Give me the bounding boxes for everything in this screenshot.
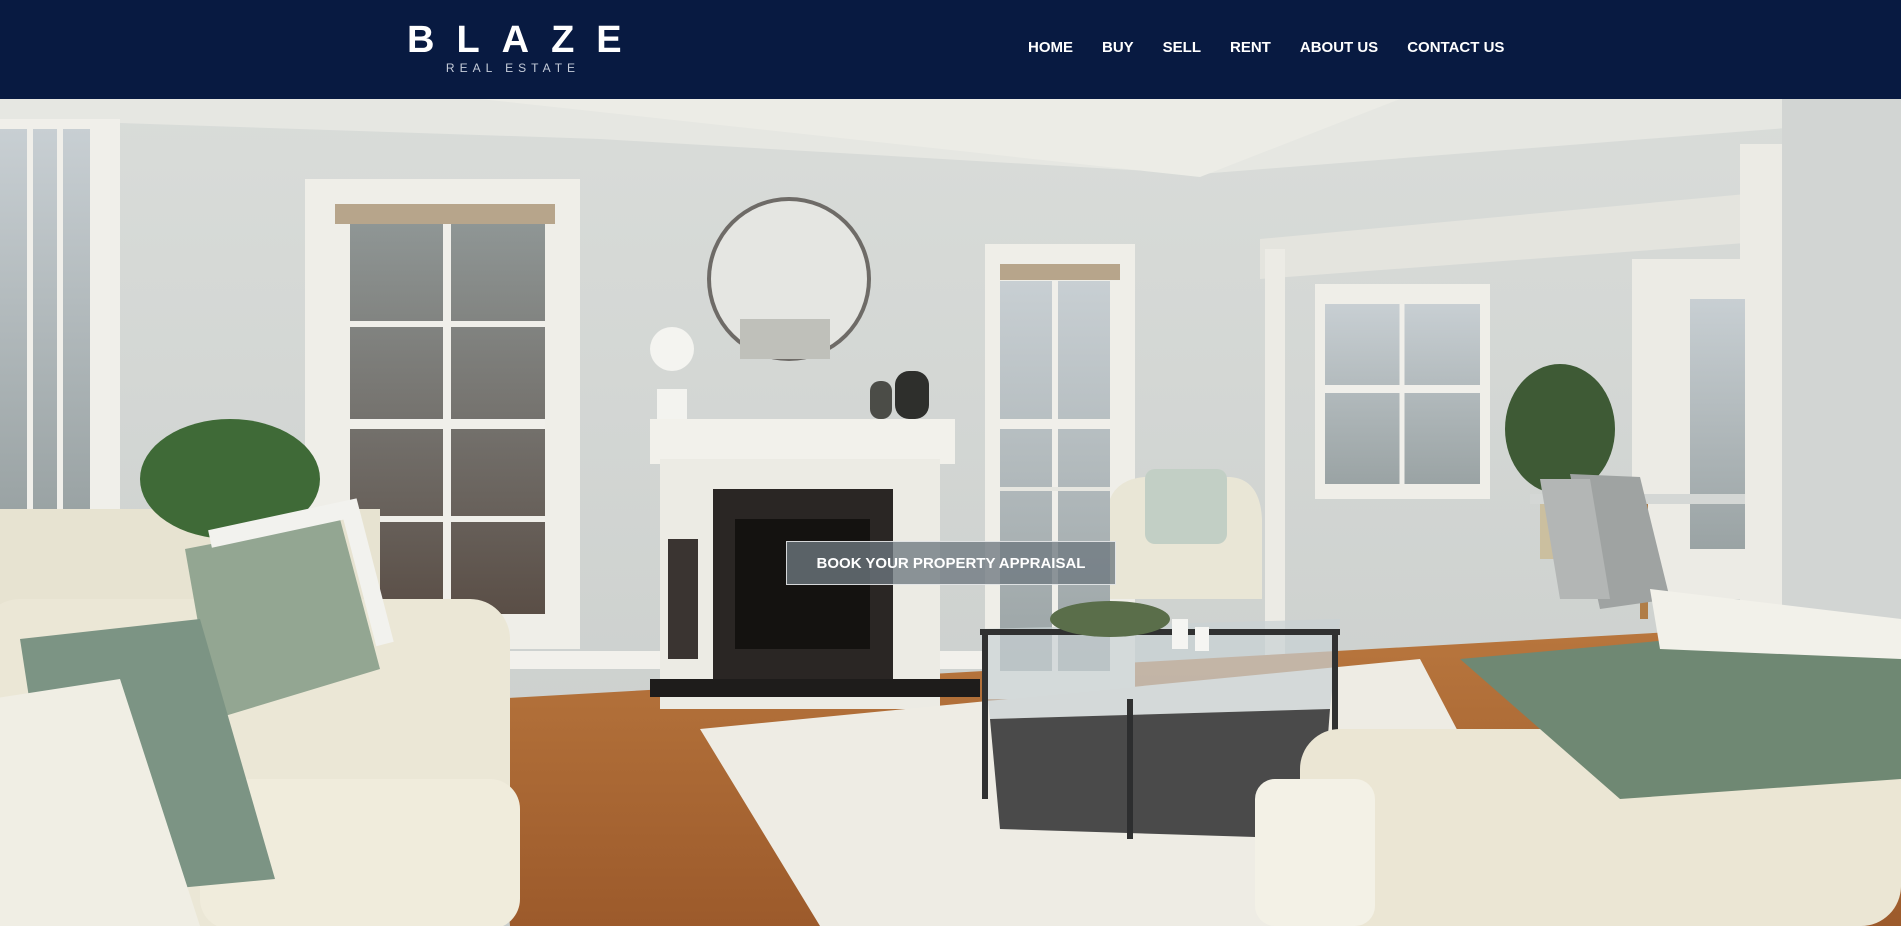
main-nav: HOME BUY SELL RENT ABOUT US CONTACT US [1028, 38, 1504, 58]
nav-sell[interactable]: SELL [1163, 38, 1201, 58]
brand-name: BLAZE [407, 19, 644, 61]
nav-buy[interactable]: BUY [1102, 38, 1134, 58]
nav-home[interactable]: HOME [1028, 38, 1073, 58]
book-appraisal-button[interactable]: BOOK YOUR PROPERTY APPRAISAL [786, 541, 1116, 585]
brand-tagline: REAL ESTATE [445, 61, 581, 75]
hero-banner: BOOK YOUR PROPERTY APPRAISAL [0, 99, 1901, 926]
nav-about-us[interactable]: ABOUT US [1300, 38, 1378, 58]
brand-logo[interactable]: BLAZE REAL ESTATE [397, 20, 629, 78]
nav-contact-us[interactable]: CONTACT US [1407, 38, 1504, 58]
nav-rent[interactable]: RENT [1230, 38, 1271, 58]
hero-living-room-image [0, 99, 1901, 926]
site-header: BLAZE REAL ESTATE HOME BUY SELL RENT ABO… [0, 0, 1901, 99]
